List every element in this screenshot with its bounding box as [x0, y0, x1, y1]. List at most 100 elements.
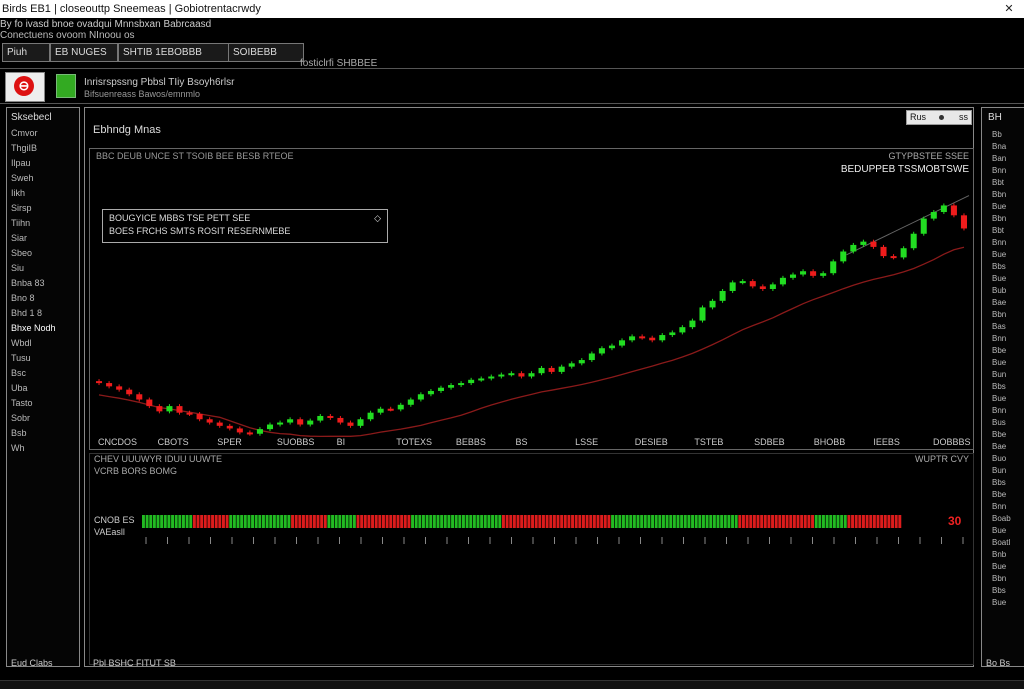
left-list-item[interactable]: Uba — [11, 383, 28, 393]
candle[interactable] — [548, 367, 555, 372]
left-list-item[interactable]: Tusu — [11, 353, 31, 363]
right-list-item[interactable]: Boatl — [992, 538, 1010, 547]
candle[interactable] — [287, 419, 294, 423]
left-list-item[interactable]: Sbeo — [11, 248, 32, 258]
candle[interactable] — [870, 241, 877, 247]
left-list-item[interactable]: Wh — [11, 443, 25, 453]
right-list-item[interactable]: Bnn — [992, 334, 1006, 343]
right-list-item[interactable]: Bbs — [992, 262, 1006, 271]
right-list-item[interactable]: Buo — [992, 454, 1006, 463]
candle[interactable] — [397, 404, 404, 410]
right-list-item[interactable]: Boab — [992, 514, 1011, 523]
right-list-item[interactable]: Bnn — [992, 406, 1006, 415]
candle[interactable] — [246, 432, 253, 435]
right-list-item[interactable]: Bbs — [992, 586, 1006, 595]
right-list-item[interactable]: Bue — [992, 562, 1006, 571]
candle[interactable] — [880, 246, 887, 257]
right-list-item[interactable]: Bbe — [992, 430, 1006, 439]
candle[interactable] — [508, 373, 515, 376]
right-list-item[interactable]: Bue — [992, 250, 1006, 259]
right-list-item[interactable]: Bue — [992, 274, 1006, 283]
right-list-item[interactable]: Bue — [992, 394, 1006, 403]
candle[interactable] — [709, 300, 716, 308]
candle[interactable] — [377, 408, 384, 413]
candle[interactable] — [850, 244, 857, 252]
right-list-item[interactable]: Bas — [992, 322, 1006, 331]
right-list-item[interactable]: Bue — [992, 598, 1006, 607]
tab-3[interactable]: SHTIB 1EBOBBB — [118, 43, 234, 62]
candle[interactable] — [488, 376, 495, 379]
candle[interactable] — [226, 425, 233, 429]
candle[interactable] — [789, 274, 797, 278]
candle[interactable] — [458, 383, 465, 386]
right-list-item[interactable]: Bbn — [992, 574, 1006, 583]
candle[interactable] — [116, 386, 123, 390]
candle[interactable] — [186, 412, 193, 415]
candle[interactable] — [176, 406, 183, 413]
right-list-item[interactable]: Bbe — [992, 490, 1006, 499]
candle[interactable] — [146, 399, 153, 407]
candle[interactable] — [206, 419, 213, 423]
candle[interactable] — [367, 412, 374, 420]
candle[interactable] — [598, 348, 605, 354]
candle[interactable] — [649, 337, 656, 341]
candle[interactable] — [337, 417, 344, 423]
candle[interactable] — [860, 241, 867, 245]
candle[interactable] — [779, 277, 786, 285]
candle[interactable] — [800, 271, 807, 275]
candle[interactable] — [387, 408, 394, 411]
candle[interactable] — [448, 385, 455, 388]
left-list-item[interactable]: Sirsp — [11, 203, 32, 213]
left-list-item[interactable]: Siu — [11, 263, 24, 273]
candle[interactable] — [619, 340, 626, 346]
left-list-item[interactable]: Bsc — [11, 368, 26, 378]
left-list-item[interactable]: ThgiIB — [11, 143, 37, 153]
right-list-item[interactable]: Bbs — [992, 478, 1006, 487]
tab-4[interactable]: SOIBEBB — [228, 43, 304, 62]
right-list-item[interactable]: Bbt — [992, 178, 1004, 187]
left-list-item[interactable]: Tiihn — [11, 218, 30, 228]
radio-icon[interactable] — [939, 115, 944, 120]
candle[interactable] — [739, 281, 746, 284]
left-list-item[interactable]: Ilpau — [11, 158, 31, 168]
left-list-item[interactable]: Cmvor — [11, 128, 38, 138]
candle[interactable] — [810, 271, 817, 276]
left-list-item[interactable]: Bhd 1 8 — [11, 308, 42, 318]
tab-2[interactable]: EB NUGES — [50, 43, 118, 62]
left-list-item[interactable]: Bnba 83 — [11, 278, 45, 288]
candle[interactable] — [437, 387, 444, 391]
candle[interactable] — [156, 406, 163, 412]
right-list-item[interactable]: Bun — [992, 466, 1006, 475]
candle[interactable] — [136, 394, 143, 400]
right-list-item[interactable]: Bbn — [992, 310, 1006, 319]
left-list-item[interactable]: Bsb — [11, 428, 27, 438]
candle[interactable] — [216, 422, 223, 426]
right-list-item[interactable]: Bbn — [992, 190, 1006, 199]
candle[interactable] — [327, 415, 334, 418]
candle[interactable] — [196, 414, 203, 420]
candle[interactable] — [960, 215, 967, 229]
candle[interactable] — [669, 332, 676, 336]
candle[interactable] — [96, 381, 103, 384]
candle[interactable] — [699, 307, 706, 321]
candle[interactable] — [890, 256, 897, 259]
left-list-item[interactable]: Sobr — [11, 413, 30, 423]
candle[interactable] — [266, 424, 274, 430]
candle[interactable] — [166, 406, 173, 412]
candle[interactable] — [930, 212, 937, 219]
candle[interactable] — [256, 429, 263, 434]
candle[interactable] — [840, 251, 847, 262]
candle[interactable] — [126, 389, 133, 395]
candle[interactable] — [608, 345, 615, 349]
right-list-item[interactable]: Bae — [992, 442, 1006, 451]
right-list-item[interactable]: Bbn — [992, 214, 1006, 223]
left-list-item[interactable]: Wbdl — [11, 338, 32, 348]
candle[interactable] — [588, 353, 595, 361]
right-list-item[interactable]: Bub — [992, 286, 1006, 295]
candle[interactable] — [910, 233, 917, 249]
candle[interactable] — [659, 335, 666, 341]
right-list-item[interactable]: Ban — [992, 154, 1006, 163]
candle[interactable] — [277, 422, 284, 425]
tab-1[interactable]: Piuh — [2, 43, 50, 62]
spinner-icon[interactable]: ◇ — [374, 213, 381, 224]
